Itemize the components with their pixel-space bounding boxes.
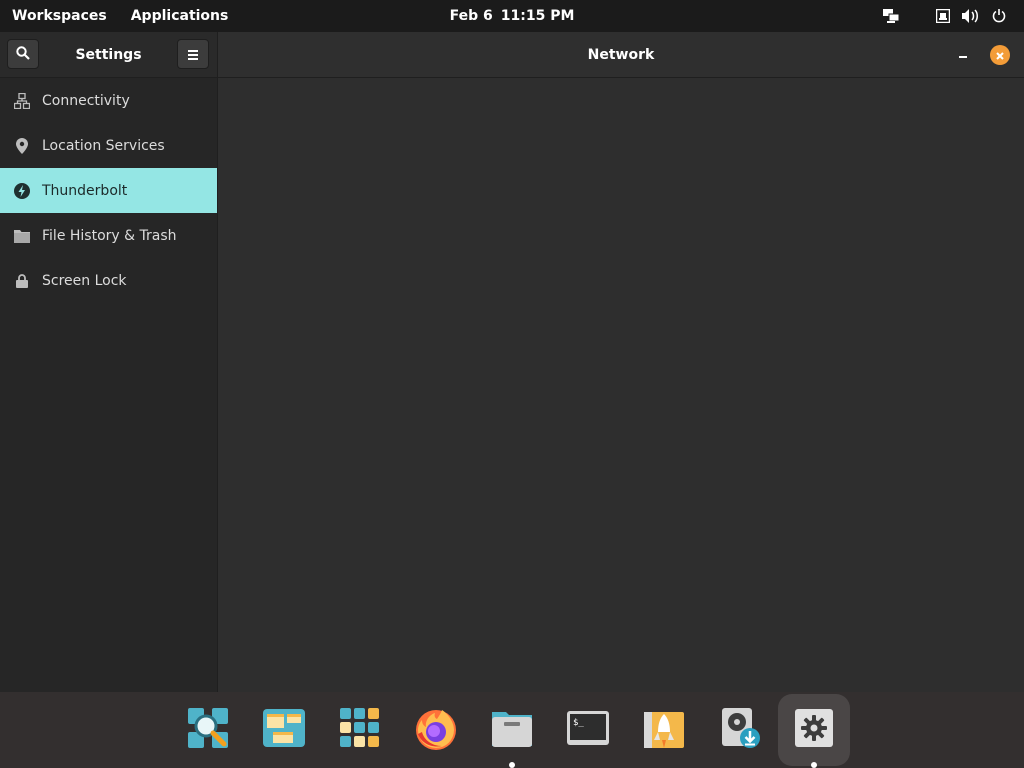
sidebar-item-thunderbolt[interactable]: Thunderbolt xyxy=(0,168,217,213)
power-icon[interactable] xyxy=(990,7,1008,25)
sidebar-item-label: Connectivity xyxy=(42,92,130,109)
dock-item-installer[interactable] xyxy=(704,694,776,766)
search-icon xyxy=(16,45,30,64)
svg-text:$_: $_ xyxy=(573,718,584,728)
running-indicator xyxy=(811,762,817,768)
applications-button[interactable]: Applications xyxy=(131,8,229,24)
dock-item-files[interactable] xyxy=(476,694,548,768)
clock-date[interactable]: Feb 6 xyxy=(450,8,493,24)
folder-icon xyxy=(14,228,30,244)
menu-button[interactable] xyxy=(177,39,209,69)
sidebar-item-label: Screen Lock xyxy=(42,272,127,289)
firefox-icon xyxy=(412,704,460,756)
close-icon xyxy=(995,46,1005,65)
sidebar-item-connectivity[interactable]: Connectivity xyxy=(0,78,217,123)
window-tiling-icon[interactable] xyxy=(882,7,900,25)
settings-window: Settings Network Connectivity Location S… xyxy=(0,32,1024,692)
minimize-button[interactable] xyxy=(954,45,972,63)
dock-area: $_ xyxy=(0,692,1024,768)
sidebar-item-location-services[interactable]: Location Services xyxy=(0,123,217,168)
network-wired-icon[interactable] xyxy=(934,7,952,25)
installer-icon xyxy=(718,706,762,754)
dock-item-search[interactable] xyxy=(172,694,244,766)
content-pane xyxy=(218,78,1024,692)
dock-item-terminal[interactable]: $_ xyxy=(552,694,624,766)
dock: $_ xyxy=(170,692,860,768)
workspaces-button[interactable]: Workspaces xyxy=(12,8,107,24)
sidebar-item-label: Location Services xyxy=(42,137,165,154)
launch-icon xyxy=(642,706,686,754)
files-icon xyxy=(490,706,534,754)
search-button[interactable] xyxy=(7,39,39,69)
workspaces-app-icon xyxy=(262,706,306,754)
dock-item-app-grid[interactable] xyxy=(324,694,396,766)
sidebar-item-screen-lock[interactable]: Screen Lock xyxy=(0,258,217,303)
page-title: Network xyxy=(587,46,655,63)
hamburger-icon xyxy=(188,45,198,64)
volume-icon[interactable] xyxy=(962,7,980,25)
minimize-icon xyxy=(958,44,968,63)
sidebar-title: Settings xyxy=(75,46,142,63)
dock-item-firefox[interactable] xyxy=(400,694,472,766)
sidebar: Connectivity Location Services Thunderbo… xyxy=(0,78,218,692)
dock-item-workspaces[interactable] xyxy=(248,694,320,766)
sidebar-item-label: File History & Trash xyxy=(42,227,177,244)
location-pin-icon xyxy=(14,137,30,154)
terminal-icon: $_ xyxy=(566,710,610,750)
sidebar-item-label: Thunderbolt xyxy=(42,182,128,199)
dock-item-launcher[interactable] xyxy=(628,694,700,766)
lock-icon xyxy=(14,273,30,289)
thunderbolt-icon xyxy=(14,182,30,199)
search-app-icon xyxy=(186,706,230,754)
dock-item-settings[interactable] xyxy=(778,694,850,768)
clock-time[interactable]: 11:15 PM xyxy=(501,8,575,24)
running-indicator xyxy=(509,762,515,768)
close-button[interactable] xyxy=(990,45,1010,65)
settings-icon xyxy=(794,708,834,752)
network-icon xyxy=(14,92,30,109)
app-grid-icon xyxy=(338,706,382,754)
content-header: Network xyxy=(218,32,1024,78)
sidebar-header: Settings xyxy=(0,32,218,78)
top-panel: Workspaces Applications Feb 6 11:15 PM xyxy=(0,0,1024,32)
sidebar-item-file-history[interactable]: File History & Trash xyxy=(0,213,217,258)
